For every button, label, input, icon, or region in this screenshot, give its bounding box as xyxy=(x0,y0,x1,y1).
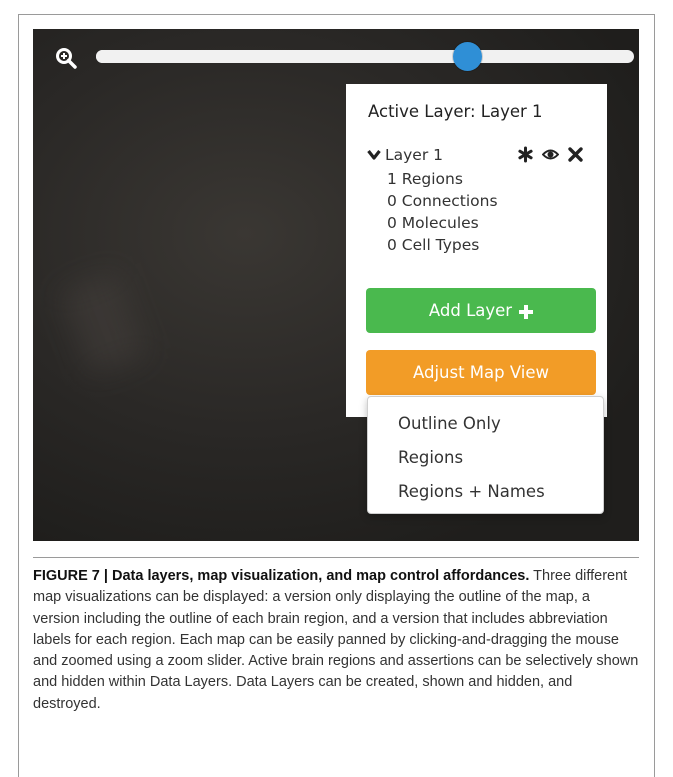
add-layer-button[interactable]: Add Layer xyxy=(366,288,596,333)
option-regions-names[interactable]: Regions + Names xyxy=(398,482,545,501)
eye-icon[interactable] xyxy=(541,146,560,163)
layer-stats: 1 Regions 0 Connections 0 Molecules 0 Ce… xyxy=(387,168,498,256)
adjust-map-view-button[interactable]: Adjust Map View xyxy=(366,350,596,395)
zoom-slider-thumb[interactable] xyxy=(453,42,483,71)
stat-connections: 0 Connections xyxy=(387,192,498,210)
layer-panel: Active Layer: Layer 1 Layer 1 1 Regions … xyxy=(346,84,607,417)
caption-text: Three different map visualizations can b… xyxy=(33,568,639,712)
map-view-dropdown: Outline Only Regions Regions + Names xyxy=(367,396,604,514)
option-outline-only[interactable]: Outline Only xyxy=(398,414,501,433)
plus-icon xyxy=(519,304,534,319)
layer-tools xyxy=(517,146,584,163)
panel-title: Active Layer: Layer 1 xyxy=(368,102,543,121)
layer-header[interactable]: Layer 1 xyxy=(367,146,599,166)
add-layer-label: Add Layer xyxy=(428,301,513,320)
zoom-slider-track[interactable] xyxy=(96,42,634,71)
adjust-map-view-label: Adjust Map View xyxy=(412,363,550,382)
caption-divider xyxy=(33,557,639,558)
stat-molecules: 0 Molecules xyxy=(387,214,479,232)
asterisk-icon[interactable] xyxy=(517,146,534,163)
layer-name: Layer 1 xyxy=(385,146,444,164)
option-regions[interactable]: Regions xyxy=(398,448,463,467)
zoom-in-magnifier-icon[interactable] xyxy=(55,47,77,69)
stat-cell-types: 0 Cell Types xyxy=(387,236,480,254)
chevron-down-icon[interactable] xyxy=(367,149,381,161)
map-background-texture xyxy=(59,271,147,377)
zoom-slider-fill xyxy=(96,50,468,63)
stat-regions: 1 Regions xyxy=(387,170,463,188)
caption-label: FIGURE 7 | Data layers, map visualizatio… xyxy=(33,568,530,584)
figure-caption: FIGURE 7 | Data layers, map visualizatio… xyxy=(33,566,639,715)
close-icon[interactable] xyxy=(567,146,584,163)
